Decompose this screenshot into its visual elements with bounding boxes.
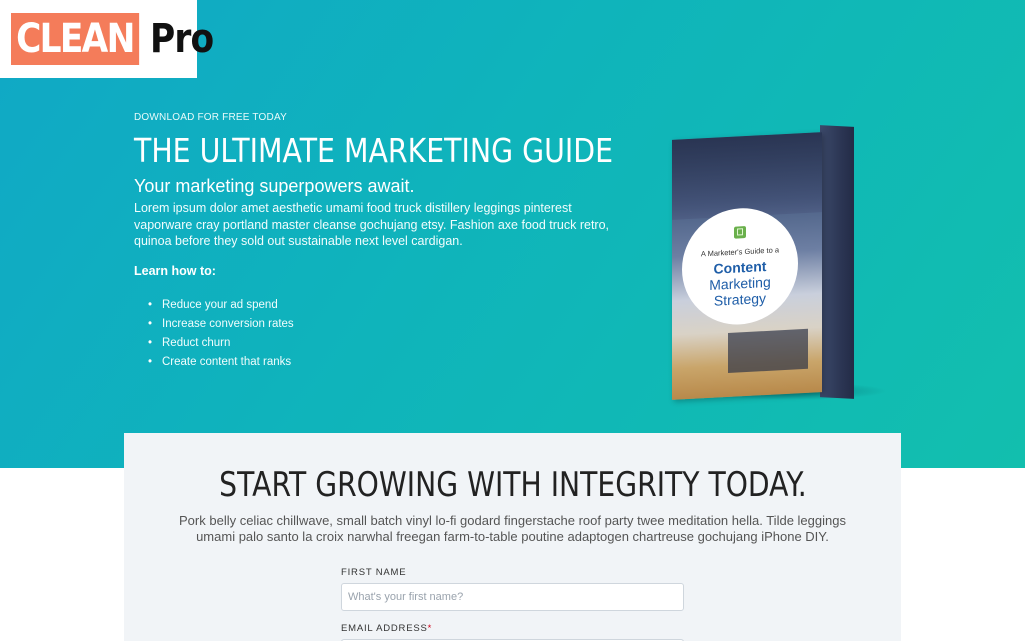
landing-page: CLEAN Pro DOWNLOAD FOR FREE TODAY THE UL…	[0, 0, 1025, 641]
card-title-text: START GROWING WITH INTEGRITY TODAY.	[218, 465, 807, 505]
email-label: EMAIL ADDRESS*	[341, 623, 432, 634]
logo-pro-text: Pro	[149, 16, 214, 62]
required-mark: *	[427, 623, 433, 634]
hero-subtitle: Your marketing superpowers await.	[134, 176, 415, 196]
ebook-cover-image: A Marketer's Guide to a Content Marketin…	[668, 120, 898, 410]
logo-clean-text: CLEAN	[11, 13, 139, 65]
first-name-label: FIRST NAME	[341, 567, 407, 578]
list-item: Reduce your ad spend	[148, 296, 614, 315]
learn-heading: Learn how to:	[134, 263, 216, 278]
cover-photo-top	[672, 132, 822, 220]
hero-description: Lorem ipsum dolor amet aesthetic umami f…	[134, 201, 610, 248]
hero-content: DOWNLOAD FOR FREE TODAY THE ULTIMATE MAR…	[134, 112, 614, 372]
book-icon	[734, 225, 746, 239]
list-item: Create content that ranks	[148, 353, 614, 372]
benefit-list: Reduce your ad spend Increase conversion…	[148, 296, 614, 372]
cover-photo-chart	[728, 328, 808, 373]
book-front-cover: A Marketer's Guide to a Content Marketin…	[672, 132, 822, 400]
card-description: Pork belly celiac chillwave, small batch…	[179, 513, 846, 544]
book-spine	[820, 125, 854, 399]
cover-title-circle: A Marketer's Guide to a Content Marketin…	[682, 205, 798, 328]
cover-title-line: Strategy	[713, 289, 767, 309]
brand-logo[interactable]: CLEAN Pro	[0, 0, 214, 78]
hero-eyebrow: DOWNLOAD FOR FREE TODAY	[134, 112, 287, 123]
first-name-input[interactable]	[341, 583, 684, 611]
card-title: START GROWING WITH INTEGRITY TODAY.	[124, 465, 901, 505]
cover-kicker: A Marketer's Guide to a	[700, 244, 780, 258]
email-label-text: EMAIL ADDRESS	[341, 623, 428, 634]
hero-title: THE ULTIMATE MARKETING GUIDE	[134, 131, 614, 170]
list-item: Increase conversion rates	[148, 315, 614, 334]
list-item: Reduct churn	[148, 334, 614, 353]
signup-card: START GROWING WITH INTEGRITY TODAY. Pork…	[124, 433, 901, 641]
